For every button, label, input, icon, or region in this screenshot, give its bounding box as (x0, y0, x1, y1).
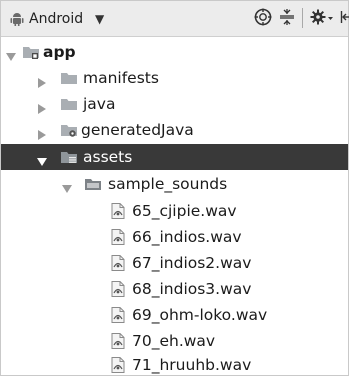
collapse-all-icon[interactable] (279, 9, 295, 25)
tree-item-label: 69_ohm-loko.wav (132, 306, 268, 324)
tree-item-generatedjava[interactable]: generatedJava (1, 117, 348, 143)
tree-item-manifests[interactable]: manifests (1, 65, 348, 91)
assets-folder-icon (60, 149, 78, 165)
tree-item-label: generatedJava (81, 121, 194, 139)
audio-file-icon (111, 307, 125, 323)
tree-item-java[interactable]: java (1, 91, 348, 117)
expanded-arrow-icon[interactable] (62, 179, 72, 193)
tree-item-file[interactable]: 67_indios2.wav (1, 250, 348, 276)
folder-icon (60, 96, 78, 112)
folder-icon (60, 70, 78, 86)
tree-item-label: 65_cjipie.wav (132, 202, 237, 220)
folder-icon (84, 176, 102, 192)
tree-item-file[interactable]: 69_ohm-loko.wav (1, 302, 348, 328)
android-icon (9, 11, 25, 27)
audio-file-icon (111, 281, 125, 297)
hide-panel-icon[interactable] (340, 8, 349, 26)
tree-item-file[interactable]: 66_indios.wav (1, 224, 348, 250)
audio-file-icon (111, 229, 125, 245)
module-folder-icon (22, 44, 40, 60)
tree-item-label: sample_sounds (108, 175, 228, 193)
gear-icon[interactable] (310, 8, 336, 26)
tree-item-label: 67_indios2.wav (132, 254, 252, 272)
tree-item-label: manifests (83, 69, 159, 87)
tree-item-label: 66_indios.wav (132, 228, 242, 246)
collapsed-arrow-icon[interactable] (37, 125, 47, 140)
sync-icon[interactable] (254, 8, 272, 26)
generated-folder-icon (60, 122, 78, 138)
tree-item-sample-sounds[interactable]: sample_sounds (1, 171, 348, 197)
audio-file-icon (111, 333, 125, 349)
collapsed-arrow-icon[interactable] (37, 73, 47, 88)
toolbar-divider (302, 8, 303, 28)
tree-item-file[interactable]: 65_cjipie.wav (1, 198, 348, 224)
tree-item-label: 70_eh.wav (132, 332, 216, 350)
chevron-down-icon[interactable]: ▼ (95, 10, 104, 28)
tree-item-label: assets (83, 148, 133, 166)
tree-item-file[interactable]: 70_eh.wav (1, 328, 348, 354)
tree-item-app[interactable]: app (1, 39, 348, 65)
expanded-arrow-icon[interactable] (37, 152, 47, 166)
tree-item-label: 71_hruuhb.wav (132, 356, 252, 374)
tree-item-file[interactable]: 68_indios3.wav (1, 276, 348, 302)
audio-file-icon (111, 203, 125, 219)
tree-item-label: 68_indios3.wav (132, 280, 252, 298)
tree-item-file[interactable]: 71_hruuhb.wav (1, 352, 348, 378)
project-view-toolbar: Android ▼ (1, 1, 349, 37)
tree-item-label: app (43, 43, 76, 61)
audio-file-icon (111, 357, 125, 373)
collapsed-arrow-icon[interactable] (37, 99, 47, 114)
audio-file-icon (111, 255, 125, 271)
project-view-selector[interactable]: Android (29, 9, 83, 29)
tree-item-assets[interactable]: assets (1, 144, 348, 170)
expanded-arrow-icon[interactable] (6, 47, 16, 61)
tree-item-label: java (83, 95, 116, 113)
